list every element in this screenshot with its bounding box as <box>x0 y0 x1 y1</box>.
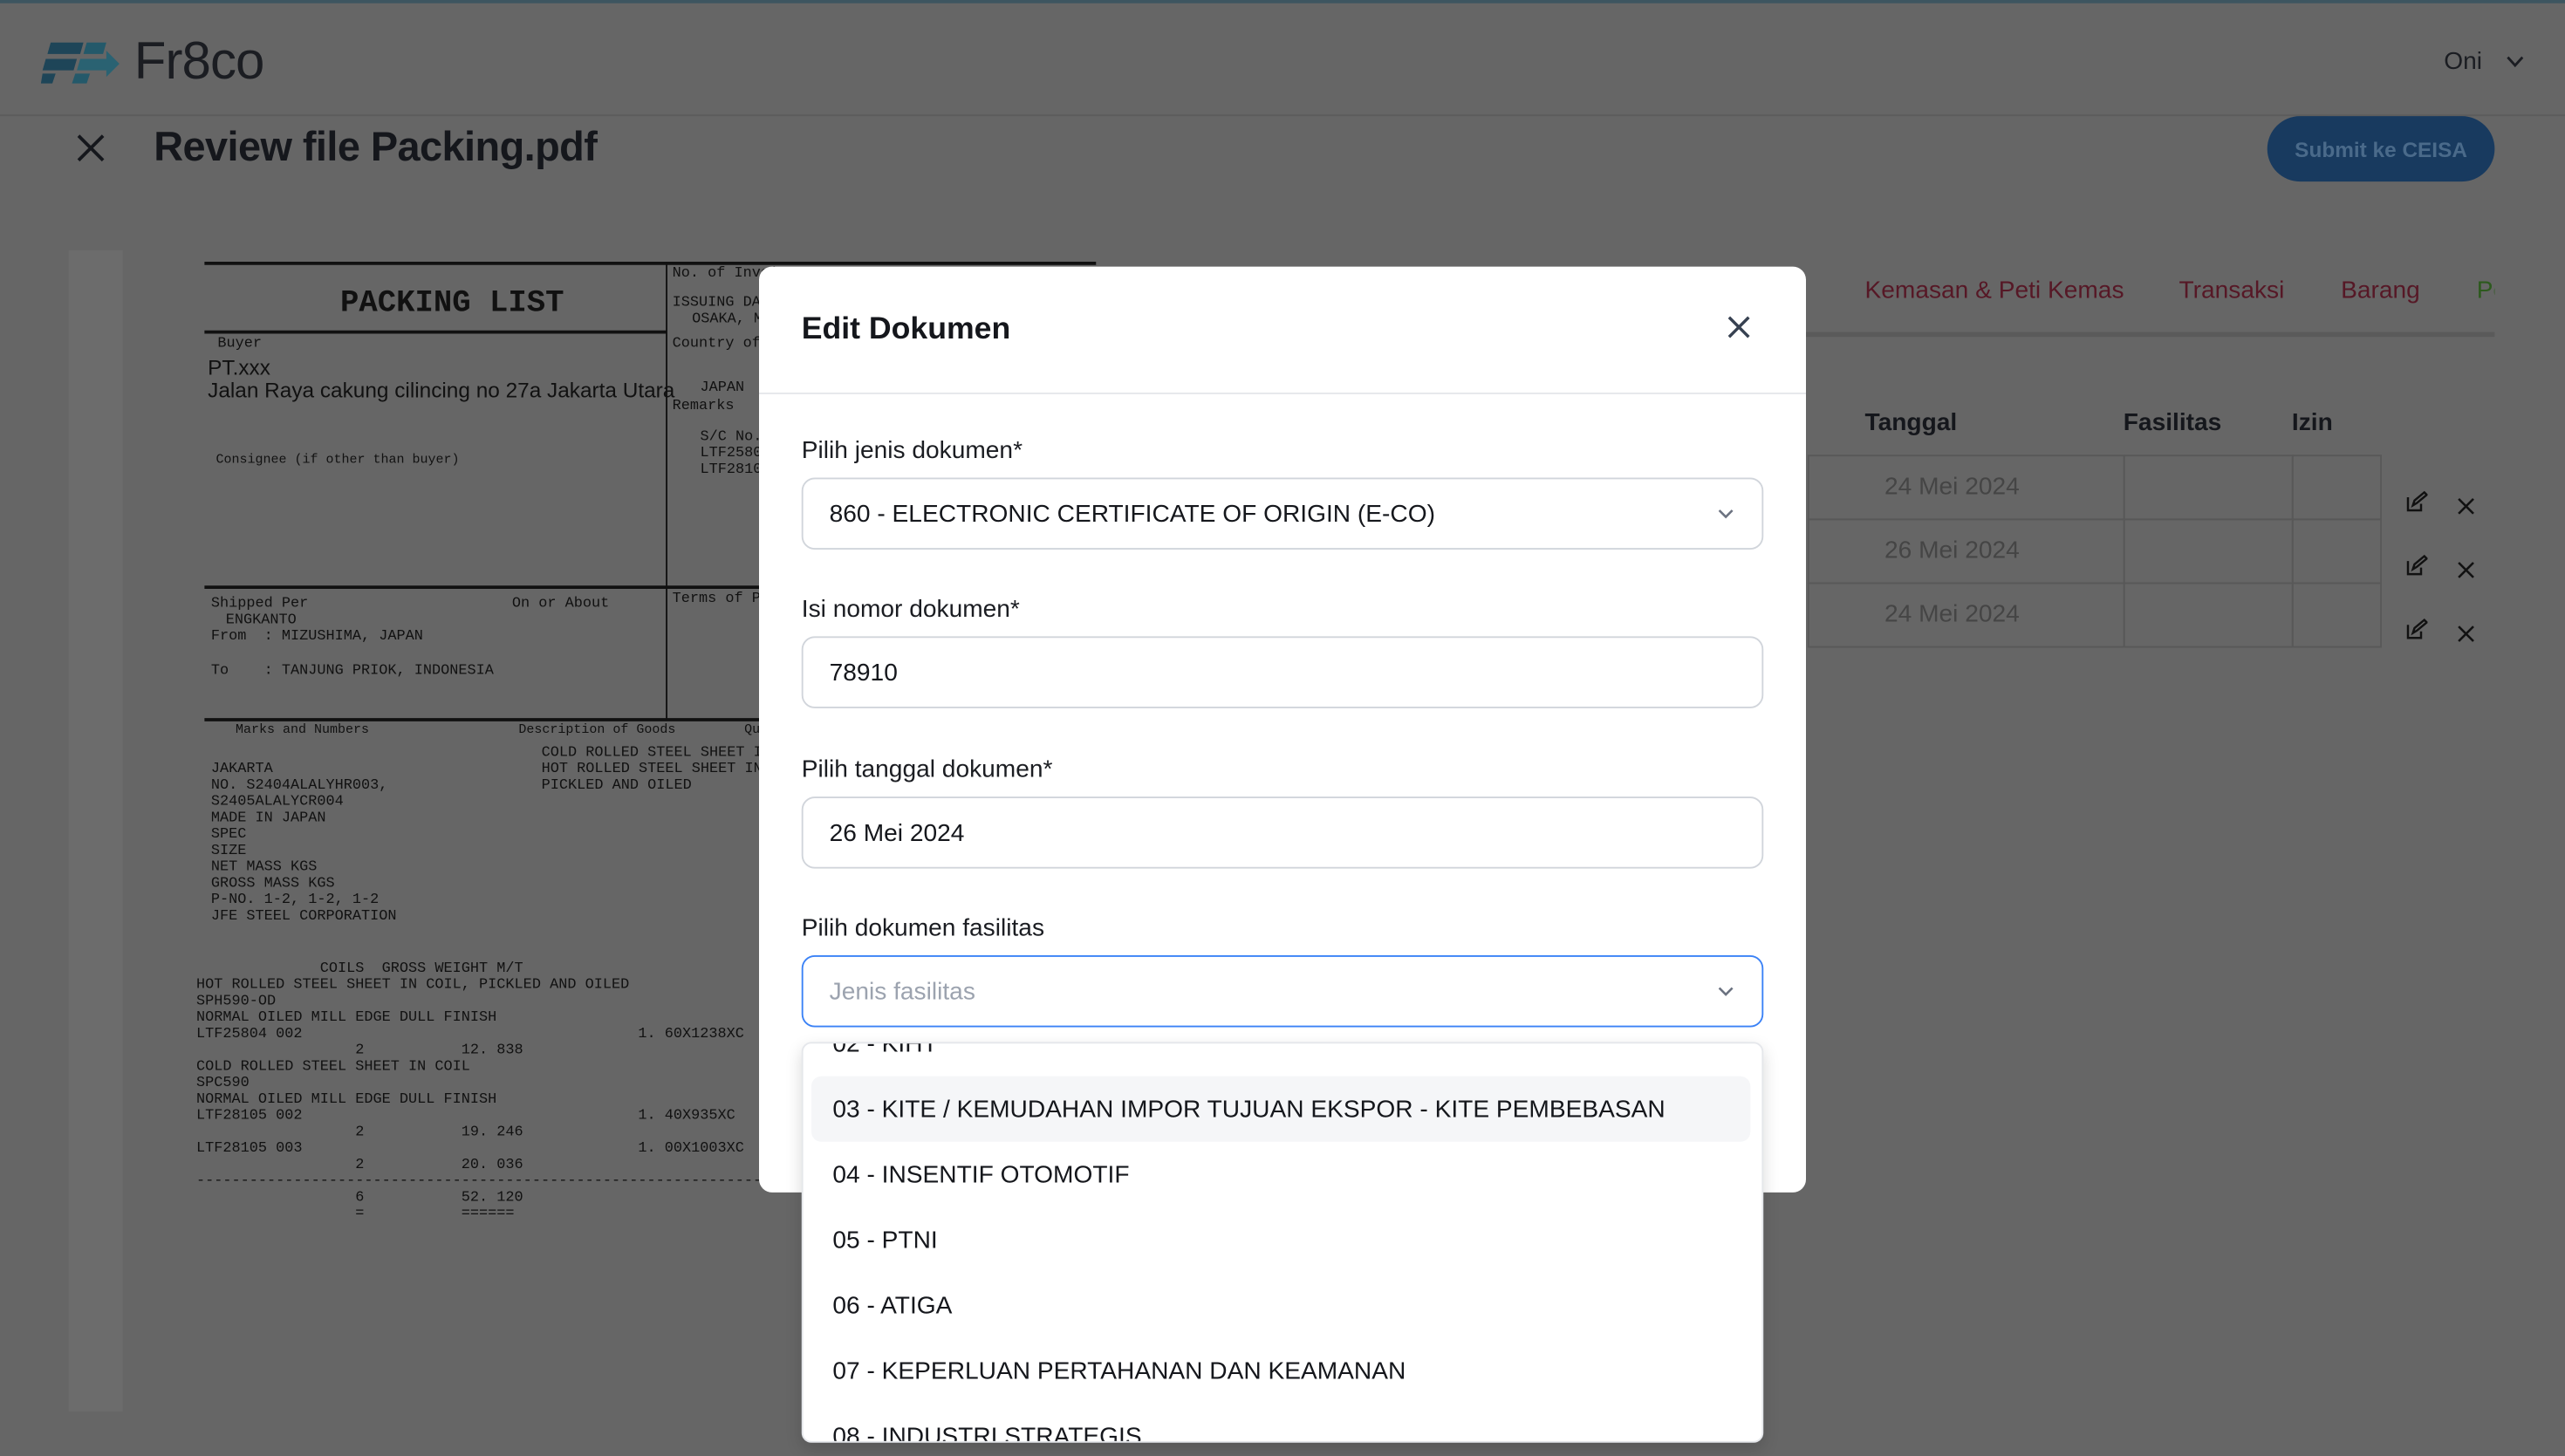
edit-icon[interactable] <box>2404 554 2429 583</box>
doc-text-line: NORMAL OILED MILL EDGE DULL FINISH <box>196 1008 497 1026</box>
tab-pe[interactable]: Pe <box>2477 277 2495 304</box>
table-cell-fasilitas <box>2123 455 2294 521</box>
col-header-fasilitas: Fasilitas <box>2123 408 2222 437</box>
tab-transaksi[interactable]: Transaksi <box>2179 277 2285 304</box>
doc-text-line: SPEC <box>210 825 247 843</box>
submit-ceisa-button[interactable]: Submit ke CEISA <box>2267 116 2495 182</box>
doc-text-line: NO. S2404ALALYHR003, <box>210 776 388 794</box>
dropdown-option[interactable]: 08 - INDUSTRI STRATEGIS <box>811 1404 1750 1441</box>
table-cell-izin <box>2291 518 2382 584</box>
doc-text-line: NET MASS KGS <box>210 858 318 876</box>
tanggal-dokumen-value: 26 Mei 2024 <box>829 818 965 847</box>
doc-text-line: JAKARTA <box>210 760 273 777</box>
jenis-dokumen-label: Pilih jenis dokumen* <box>801 436 1023 465</box>
modal-title: Edit Dokumen <box>801 312 1011 347</box>
jenis-dokumen-value: 860 - ELECTRONIC CERTIFICATE OF ORIGIN (… <box>829 499 1435 528</box>
doc-title: PACKING LIST <box>340 284 564 321</box>
table-cell-tanggal: 24 Mei 2024 <box>1807 582 2125 648</box>
close-icon[interactable] <box>1721 309 1757 345</box>
edit-icon[interactable] <box>2404 490 2429 519</box>
fr8co-logo-icon <box>40 42 120 84</box>
app-header: Fr8co Oni <box>0 3 2565 117</box>
table-cell-fasilitas <box>2123 518 2294 584</box>
doc-text-line: 2 12. 838 <box>196 1042 523 1059</box>
table-cell-izin <box>2291 582 2382 648</box>
delete-icon[interactable] <box>2457 494 2475 520</box>
doc-text-line: JFE STEEL CORPORATION <box>210 907 397 925</box>
doc-text-line: HOT ROLLED STEEL SHEET IN COIL, PICKLED … <box>196 976 630 994</box>
nomor-dokumen-label: Isi nomor dokumen* <box>801 595 1020 624</box>
dropdown-option[interactable]: 04 - INSENTIF OTOMOTIF <box>811 1142 1750 1207</box>
doc-text-line: COILS GROSS WEIGHT M/T <box>196 960 523 977</box>
user-name: Oni <box>2444 47 2483 76</box>
user-menu[interactable]: Oni <box>2444 47 2523 75</box>
col-header-tanggal: Tanggal <box>1864 408 1958 437</box>
doc-text-line: MADE IN JAPAN <box>210 810 326 826</box>
page-title: Review file Packing.pdf <box>154 124 598 171</box>
tab-barang[interactable]: Barang <box>2341 277 2420 304</box>
table-cell-tanggal: 26 Mei 2024 <box>1807 518 2125 584</box>
doc-text-line: 6 52. 120 <box>196 1189 523 1206</box>
dropdown-option[interactable]: 07 - KEPERLUAN PERTAHANAN DAN KEAMANAN <box>811 1338 1750 1404</box>
table-cell-izin <box>2291 455 2382 521</box>
doc-text-line: 2 19. 246 <box>196 1124 523 1140</box>
doc-text-line: = ====== <box>196 1205 515 1222</box>
doc-text-line: 2 20. 036 <box>196 1156 523 1173</box>
document-scrollbar[interactable] <box>68 250 123 1412</box>
dropdown-option[interactable]: 03 - KITE / KEMUDAHAN IMPOR TUJUAN EKSPO… <box>811 1076 1751 1142</box>
doc-text-line: LTF25804 002 1. 60X1238XC <box>196 1025 744 1042</box>
tanggal-dokumen-label: Pilih tanggal dokumen* <box>801 755 1053 784</box>
close-review-icon[interactable] <box>77 134 105 162</box>
brand-name[interactable]: Fr8co <box>134 31 265 92</box>
dropdown-option[interactable]: 05 - PTNI <box>811 1207 1750 1273</box>
dropdown-option[interactable]: 06 - ATIGA <box>811 1273 1750 1338</box>
delete-icon[interactable] <box>2457 622 2475 648</box>
tanggal-dokumen-input[interactable]: 26 Mei 2024 <box>801 796 1764 869</box>
dokumen-fasilitas-label: Pilih dokumen fasilitas <box>801 914 1045 942</box>
tab-kemasan[interactable]: Kemasan & Peti Kemas <box>1865 277 2124 304</box>
doc-text-line: GROSS MASS KGS <box>210 875 335 892</box>
doc-text-line: NORMAL OILED MILL EDGE DULL FINISH <box>196 1090 497 1108</box>
doc-text-line: COLD ROLLED STEEL SHEET IN COIL <box>196 1058 470 1075</box>
dropdown-option[interactable]: 02 - KIHT <box>811 1043 1750 1077</box>
doc-text-line: LTF28105 003 1. 00X1003XC <box>196 1139 744 1157</box>
doc-text-line: S2405ALALYCR004 <box>210 793 344 810</box>
edit-icon[interactable] <box>2404 618 2429 646</box>
dokumen-fasilitas-select[interactable]: Jenis fasilitas <box>801 955 1764 1028</box>
table-cell-fasilitas <box>2123 582 2294 648</box>
chevron-down-icon <box>2506 56 2523 68</box>
doc-text-line: ----------------------------------------… <box>196 1172 763 1190</box>
app-screen: Fr8co Oni Review file Packing.pdf Submit… <box>0 0 2565 1456</box>
fasilitas-placeholder: Jenis fasilitas <box>829 977 975 1006</box>
chevron-down-icon <box>1718 509 1734 519</box>
doc-text-line: SIZE <box>210 842 247 859</box>
doc-text-line: LTF28105 002 1. 40X935XC <box>196 1107 735 1124</box>
modal-divider <box>759 393 1806 394</box>
fasilitas-dropdown-list[interactable]: 02 - KIHT 03 - KITE / KEMUDAHAN IMPOR TUJ… <box>801 1042 1764 1443</box>
jenis-dokumen-select[interactable]: 860 - ELECTRONIC CERTIFICATE OF ORIGIN (… <box>801 477 1764 550</box>
chevron-down-icon <box>1718 987 1734 996</box>
doc-text-line: SPH590-OD <box>196 993 277 1009</box>
nomor-dokumen-input[interactable]: 78910 <box>801 636 1764 708</box>
table-cell-tanggal: 24 Mei 2024 <box>1807 455 2125 521</box>
doc-text-line: P-NO. 1-2, 1-2, 1-2 <box>210 891 380 908</box>
delete-icon[interactable] <box>2457 557 2475 584</box>
col-header-izin: Izin <box>2291 408 2333 437</box>
nomor-dokumen-value: 78910 <box>829 658 898 687</box>
doc-text-line: SPC590 <box>196 1074 250 1091</box>
